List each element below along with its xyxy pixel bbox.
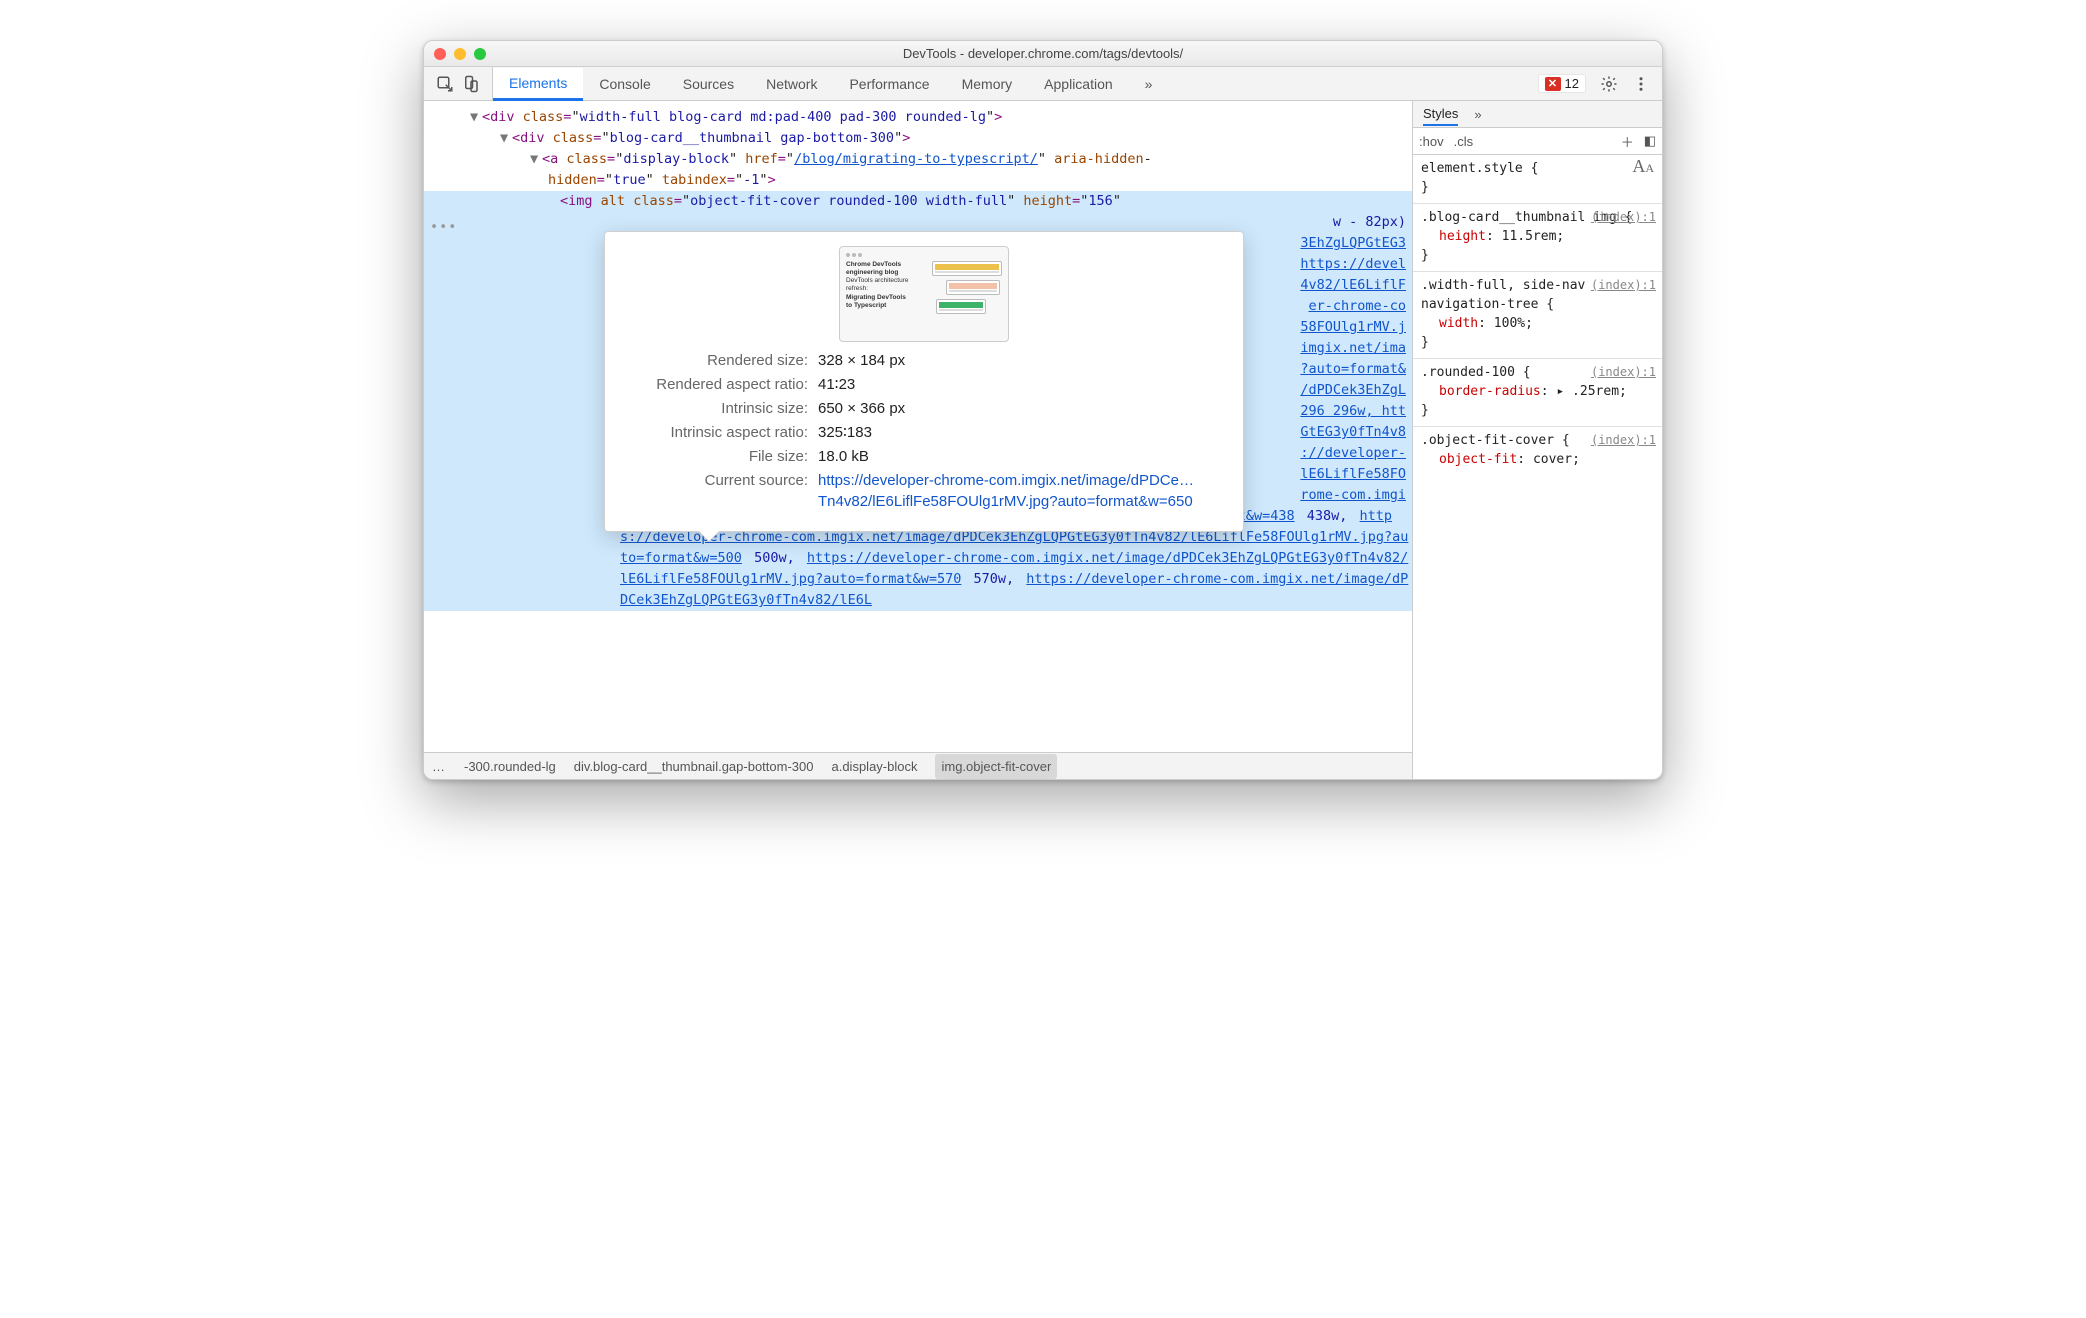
devtools-toolbar: Elements Console Sources Network Perform… bbox=[424, 67, 1662, 101]
tabs-overflow-icon[interactable]: » bbox=[1129, 67, 1169, 100]
breadcrumb-item[interactable]: div.blog-card__thumbnail.gap-bottom-300 bbox=[574, 756, 814, 777]
styles-rules[interactable]: AA element.style { } (index):1 .blog-car… bbox=[1413, 155, 1662, 779]
file-size: 18.0 kB bbox=[818, 446, 1225, 467]
breadcrumb-overflow-icon[interactable]: … bbox=[432, 756, 446, 777]
styles-sidebar: Styles » :hov .cls ＋ ◧ AA element.style … bbox=[1412, 101, 1662, 779]
tab-network[interactable]: Network bbox=[750, 67, 833, 100]
tab-performance[interactable]: Performance bbox=[833, 67, 945, 100]
traffic-lights bbox=[434, 48, 486, 60]
devtools-window: DevTools - developer.chrome.com/tags/dev… bbox=[423, 40, 1663, 780]
dom-node-a-cont[interactable]: hidden="true" tabindex="-1"> bbox=[452, 170, 1412, 191]
tab-elements[interactable]: Elements bbox=[493, 68, 583, 101]
gear-icon[interactable] bbox=[1600, 75, 1618, 93]
panel-tabs: Elements Console Sources Network Perform… bbox=[493, 67, 1168, 100]
rendered-aspect-ratio: 41∶23 bbox=[818, 374, 1225, 395]
tab-sources[interactable]: Sources bbox=[667, 67, 750, 100]
sidebar-tabs-overflow-icon[interactable]: » bbox=[1474, 107, 1481, 122]
intrinsic-aspect-ratio: 325∶183 bbox=[818, 422, 1225, 443]
hov-toggle[interactable]: :hov bbox=[1419, 134, 1444, 149]
window-title: DevTools - developer.chrome.com/tags/dev… bbox=[434, 46, 1652, 61]
tab-application[interactable]: Application bbox=[1028, 67, 1129, 100]
dom-node-div-thumbnail[interactable]: ▼<div class="blog-card__thumbnail gap-bo… bbox=[452, 128, 1412, 149]
overlay-thumbnail: Chrome DevTools engineering blog DevTool… bbox=[839, 246, 1009, 342]
rendered-size: 328 × 184 px bbox=[818, 350, 1225, 371]
titlebar: DevTools - developer.chrome.com/tags/dev… bbox=[424, 41, 1662, 67]
elements-panel[interactable]: ••• ▼<div class="width-full blog-card md… bbox=[424, 101, 1412, 779]
cls-toggle[interactable]: .cls bbox=[1454, 134, 1474, 149]
dom-node-img[interactable]: <img alt class="object-fit-cover rounded… bbox=[452, 191, 1412, 212]
dom-breadcrumbs[interactable]: … -300.rounded-lg div.blog-card__thumbna… bbox=[424, 752, 1412, 779]
current-source[interactable]: https://developer-chrome-com.imgix.net/i… bbox=[818, 470, 1225, 512]
css-rule[interactable]: (index):1 .width-full, side-nav navigati… bbox=[1413, 272, 1662, 359]
css-rule[interactable]: (index):1 .rounded-100 { border-radius: … bbox=[1413, 359, 1662, 427]
intrinsic-size: 650 × 366 px bbox=[818, 398, 1225, 419]
image-hover-overlay: Chrome DevTools engineering blog DevTool… bbox=[604, 231, 1244, 532]
device-icon[interactable] bbox=[462, 75, 480, 93]
error-counter[interactable]: ✕ 12 bbox=[1538, 74, 1586, 93]
font-size-icon: AA bbox=[1632, 157, 1654, 178]
css-rule[interactable]: AA element.style { } bbox=[1413, 155, 1662, 204]
kebab-icon[interactable] bbox=[1632, 75, 1650, 93]
tab-console[interactable]: Console bbox=[583, 67, 666, 100]
gutter-ellipsis-icon: ••• bbox=[430, 217, 457, 238]
breadcrumb-item[interactable]: -300.rounded-lg bbox=[464, 756, 556, 777]
dom-node-a[interactable]: ▼<a class="display-block" href="/blog/mi… bbox=[452, 149, 1412, 170]
error-count: 12 bbox=[1565, 76, 1579, 91]
sidebar-tab-styles[interactable]: Styles bbox=[1423, 106, 1458, 126]
minimize-icon[interactable] bbox=[454, 48, 466, 60]
breadcrumb-item[interactable]: a.display-block bbox=[831, 756, 917, 777]
dom-node-div-blogcard[interactable]: ▼<div class="width-full blog-card md:pad… bbox=[452, 107, 1412, 128]
zoom-icon[interactable] bbox=[474, 48, 486, 60]
close-icon[interactable] bbox=[434, 48, 446, 60]
inspect-icon[interactable] bbox=[436, 75, 454, 93]
new-rule-icon[interactable]: ＋ bbox=[1621, 132, 1634, 151]
error-icon: ✕ bbox=[1545, 77, 1561, 91]
sidebar-pane-icon[interactable]: ◧ bbox=[1644, 133, 1656, 149]
tab-memory[interactable]: Memory bbox=[946, 67, 1029, 100]
breadcrumb-item-selected[interactable]: img.object-fit-cover bbox=[935, 754, 1057, 779]
css-rule[interactable]: (index):1 .object-fit-cover { object-fit… bbox=[1413, 427, 1662, 475]
css-rule[interactable]: (index):1 .blog-card__thumbnail img { he… bbox=[1413, 204, 1662, 272]
